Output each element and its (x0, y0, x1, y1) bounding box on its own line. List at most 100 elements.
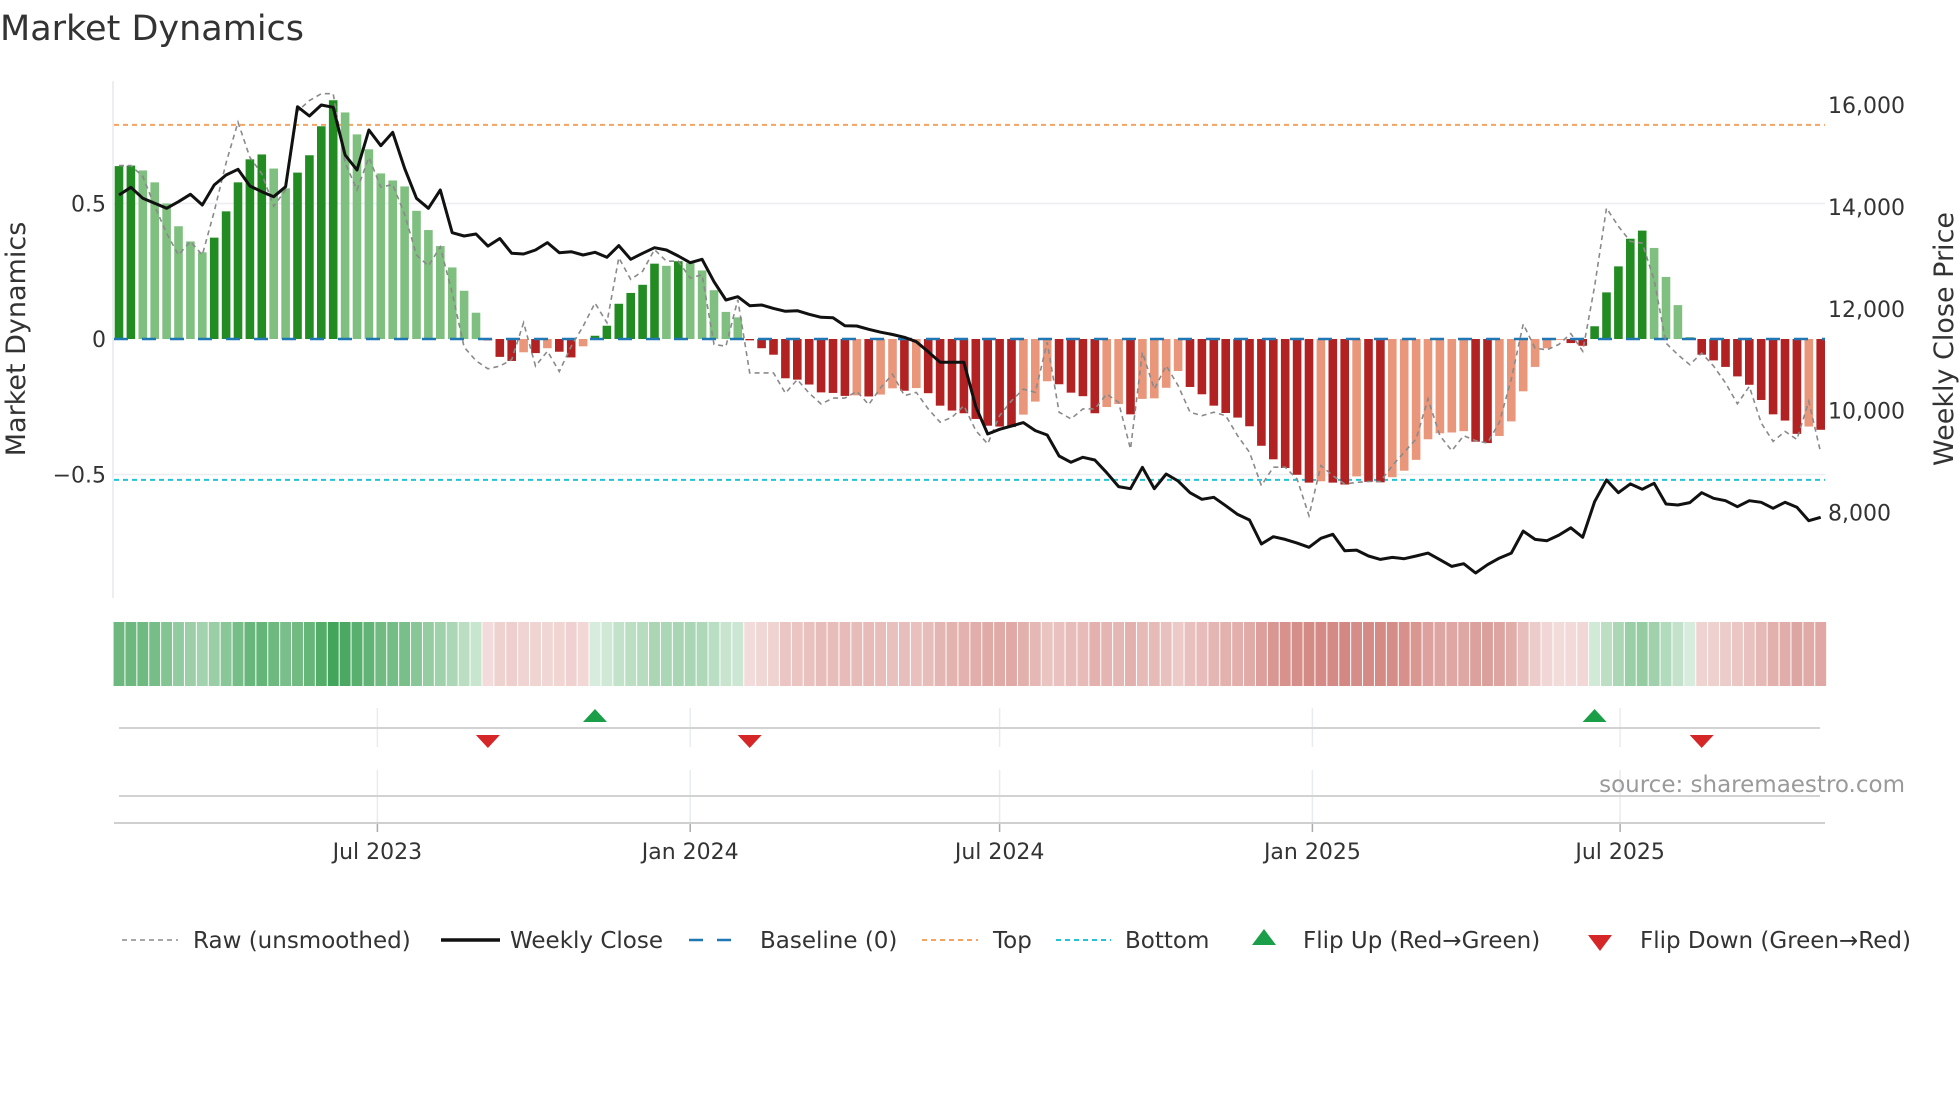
momentum-bar (566, 339, 576, 358)
heat-cell (1136, 622, 1148, 686)
momentum-bar (995, 339, 1004, 427)
heat-cell (173, 622, 184, 686)
heat-cell (994, 622, 1006, 686)
momentum-bar (1316, 339, 1326, 482)
heat-cell (1720, 622, 1731, 686)
momentum-bar (531, 339, 540, 354)
momentum-bar (1435, 339, 1445, 434)
momentum-bar (495, 339, 505, 357)
heat-cell (244, 622, 256, 686)
heat-cell (411, 622, 422, 686)
momentum-bar (1471, 339, 1480, 442)
momentum-bar (1292, 339, 1302, 475)
heat-cell (779, 622, 791, 686)
heat-cell (1601, 622, 1612, 686)
y2-axis-title: Weekly Close Price (1929, 212, 1960, 466)
momentum-bar (983, 339, 992, 426)
heat-cell (1636, 622, 1648, 686)
heat-cell (887, 622, 898, 686)
momentum-bar (221, 211, 231, 339)
momentum-bar (1114, 339, 1123, 405)
heat-cell (803, 622, 815, 686)
y-tick-label: 0.5 (71, 193, 106, 218)
heat-cell (910, 622, 922, 686)
heat-cell (482, 622, 494, 686)
momentum-bar (781, 339, 790, 379)
y2-tick-label: 14,000 (1828, 196, 1905, 221)
momentum-bar (1673, 305, 1683, 339)
momentum-bar (1173, 339, 1183, 371)
momentum-bar (804, 339, 814, 385)
momentum-bar (1816, 339, 1825, 430)
heat-cell (1648, 622, 1660, 686)
heat-cell (1660, 622, 1672, 686)
heat-cell (1624, 622, 1636, 686)
momentum-bar (1733, 339, 1742, 377)
heat-cell (756, 622, 768, 686)
heat-cell (1410, 622, 1422, 686)
momentum-bar (233, 182, 243, 339)
y-tick-label: −0.5 (53, 464, 106, 489)
heat-cell (339, 622, 351, 686)
heat-cell (577, 622, 589, 686)
momentum-bar (1078, 339, 1088, 397)
heat-cell (1029, 622, 1041, 686)
heat-cell (506, 622, 518, 686)
momentum-bar (293, 172, 302, 339)
momentum-bars (114, 100, 1825, 485)
momentum-bar (1721, 339, 1730, 367)
heat-cell (1589, 622, 1601, 686)
heat-cell (863, 622, 875, 686)
heat-cell (613, 622, 625, 686)
momentum-bar (186, 241, 195, 339)
momentum-bar (1066, 339, 1076, 393)
heat-cell (1767, 622, 1779, 686)
heat-strip (113, 622, 1827, 686)
legend-item-flip-down: Flip Down (Green→Red) (1588, 928, 1911, 954)
heat-cell (1505, 622, 1517, 686)
momentum-bar (1257, 339, 1266, 446)
y2-tick-label: 12,000 (1828, 298, 1905, 323)
heat-cell (1160, 622, 1172, 686)
heat-cell (1541, 622, 1553, 686)
heat-cell (1255, 622, 1267, 686)
heat-cell (1696, 622, 1708, 686)
raw-series (119, 92, 1822, 519)
x-tick-label: Jul 2024 (953, 840, 1045, 865)
market-dynamics-chart: Market Dynamics Jul 2023 Jan 2024 Jul 20… (0, 9, 1960, 954)
heat-cell (422, 622, 434, 686)
legend-label: Top (992, 928, 1032, 954)
heat-cell (696, 622, 708, 686)
heat-cell (1077, 622, 1089, 686)
heat-cell (1458, 622, 1470, 686)
momentum-bar (1709, 339, 1718, 361)
momentum-bar (1138, 339, 1147, 399)
heat-cell (708, 622, 720, 686)
heat-cell (1101, 622, 1113, 686)
momentum-bar (876, 339, 885, 395)
heat-cell (1565, 622, 1577, 686)
momentum-bar (733, 317, 743, 339)
heat-cell (1755, 622, 1767, 686)
heat-cell (184, 622, 196, 686)
heat-cell (660, 622, 672, 686)
heat-cell (720, 622, 732, 686)
legend-item-raw: Raw (unsmoothed) (122, 928, 411, 954)
heat-cell (1017, 622, 1029, 686)
heat-cell (982, 622, 994, 686)
momentum-bar (840, 339, 850, 396)
y-axis-right: 16,000 14,000 12,000 10,000 8,000 Weekly… (1828, 94, 1960, 527)
heat-cell (1517, 622, 1529, 686)
heat-cell (1220, 622, 1232, 686)
momentum-bar (769, 339, 778, 355)
momentum-bar (555, 339, 564, 352)
momentum-bar (709, 290, 719, 339)
heat-cell (1422, 622, 1434, 686)
heat-cell (363, 622, 375, 686)
momentum-bar (1328, 339, 1338, 483)
momentum-bar (638, 284, 647, 339)
heat-cell (1815, 622, 1827, 686)
momentum-bar (412, 210, 421, 339)
heat-cell (458, 622, 470, 686)
raw-line (119, 92, 1822, 519)
